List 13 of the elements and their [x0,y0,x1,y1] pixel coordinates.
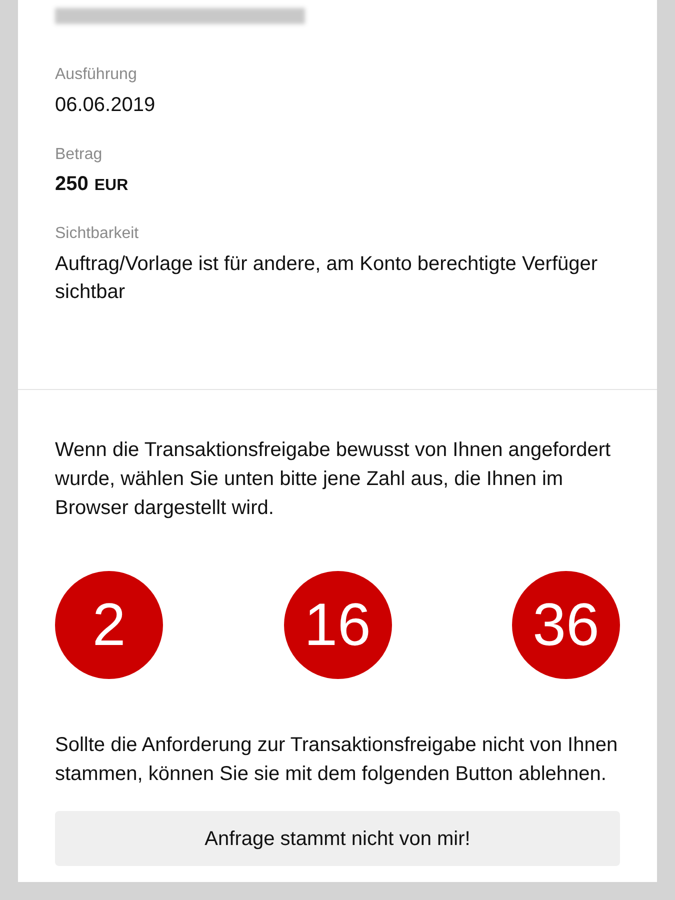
reject-button[interactable]: Anfrage stammt nicht von mir! [55,811,620,866]
field-label: Sichtbarkeit [55,224,140,244]
field-value: 06.06.2019 [55,93,156,118]
currency-label: EUR [94,176,128,196]
number-choice-button[interactable]: 2 [55,571,163,679]
number-choice-button[interactable]: 36 [512,571,620,679]
amount-value: 250 [55,172,88,197]
instruction-text: Wenn die Transaktionsfreigabe bewusst von Ihnen angefordert wurde, wählen Sie unten bitte jene Zahl aus, die Ihnen im Browser dargestellt wird. [55,438,612,521]
field-value: Auftrag/Vorlage ist für andere, am Konto berechtigte Verfüger sichtbar [55,252,599,305]
reject-hint-text: Sollte die Anforderung zur Transaktionsfreigabe nicht von Ihnen stammen, können Sie sie mit dem folgenden Button ablehnen. [55,733,619,787]
field-label: Betrag [55,145,104,165]
field-label: Ausführung [55,65,138,85]
number-choice-button[interactable]: 16 [284,571,392,679]
